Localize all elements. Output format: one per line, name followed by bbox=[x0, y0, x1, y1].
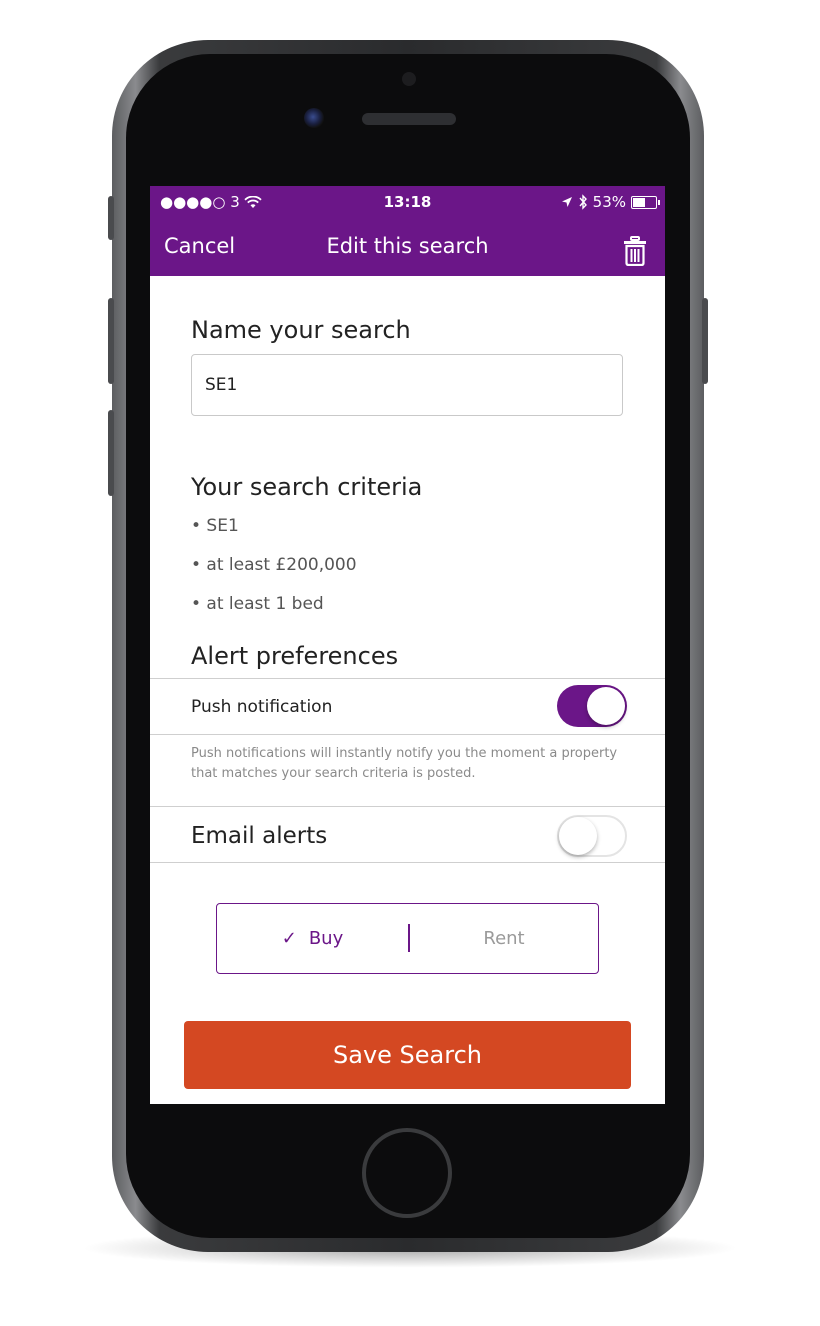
power-button bbox=[702, 298, 708, 384]
divider bbox=[150, 678, 665, 679]
app-screen: ●●●●○ 3 13:18 53% Cancel Edit this searc… bbox=[150, 186, 665, 1104]
battery-fill bbox=[633, 197, 645, 207]
rent-option[interactable]: Rent bbox=[410, 904, 598, 972]
criteria-item: • at least 1 bed bbox=[191, 594, 324, 614]
name-search-heading: Name your search bbox=[191, 316, 411, 344]
battery-icon bbox=[631, 195, 660, 209]
top-bar: ●●●●○ 3 13:18 53% Cancel Edit this searc… bbox=[150, 186, 665, 276]
status-right: 53% bbox=[561, 193, 660, 211]
mute-switch bbox=[108, 196, 114, 240]
rent-label: Rent bbox=[483, 927, 525, 949]
volume-up-button bbox=[108, 298, 114, 384]
email-alerts-toggle[interactable] bbox=[557, 815, 627, 857]
divider bbox=[150, 806, 665, 807]
push-notification-label: Push notification bbox=[191, 697, 333, 717]
divider bbox=[150, 734, 665, 735]
trash-icon[interactable] bbox=[623, 236, 647, 266]
buy-label: Buy bbox=[308, 927, 344, 949]
bluetooth-icon bbox=[579, 194, 587, 210]
page-title: Edit this search bbox=[326, 234, 489, 258]
status-bar: ●●●●○ 3 13:18 53% bbox=[150, 186, 665, 220]
criteria-heading: Your search criteria bbox=[191, 473, 423, 501]
checkmark-icon: ✓ bbox=[281, 927, 297, 949]
location-arrow-icon bbox=[561, 197, 572, 207]
alert-preferences-heading: Alert preferences bbox=[191, 642, 399, 670]
buy-rent-segmented-control: ✓ Buy Rent bbox=[216, 903, 599, 974]
search-name-input[interactable] bbox=[191, 354, 623, 416]
toggle-knob bbox=[559, 817, 597, 855]
proximity-sensor bbox=[402, 72, 416, 86]
battery-percent: 53% bbox=[592, 193, 626, 211]
buy-option[interactable]: ✓ Buy bbox=[217, 904, 408, 972]
save-search-button[interactable]: Save Search bbox=[184, 1021, 631, 1089]
criteria-item: • at least £200,000 bbox=[191, 555, 357, 575]
front-camera bbox=[304, 108, 324, 128]
toggle-knob bbox=[587, 687, 625, 725]
volume-down-button bbox=[108, 410, 114, 496]
email-alerts-label: Email alerts bbox=[191, 823, 328, 849]
earpiece-speaker bbox=[362, 113, 456, 125]
divider bbox=[150, 862, 665, 863]
push-help-text: Push notifications will instantly notify… bbox=[191, 746, 618, 781]
home-button[interactable] bbox=[362, 1128, 452, 1218]
criteria-item: • SE1 bbox=[191, 516, 239, 536]
push-notification-toggle[interactable] bbox=[557, 685, 627, 727]
